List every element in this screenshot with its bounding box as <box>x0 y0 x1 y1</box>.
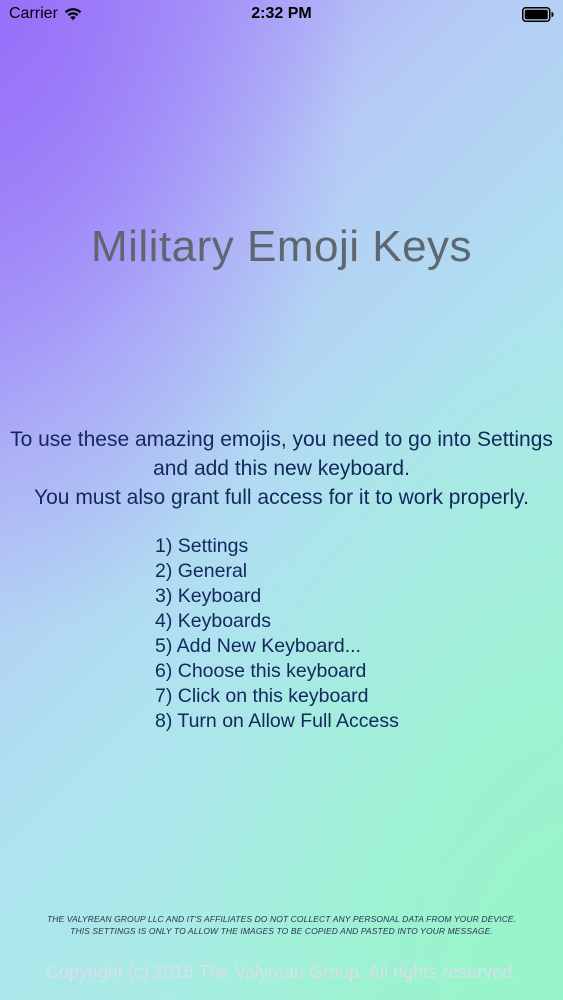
app-title: Military Emoji Keys <box>90 222 473 271</box>
setup-step: 5) Add New Keyboard... <box>155 635 361 657</box>
setup-step: 2) General <box>155 560 248 582</box>
status-bar: Carrier 2:32 PM <box>0 0 563 30</box>
instructions: To use these amazing emojis, you need to… <box>0 425 563 512</box>
disclaimer-line: THE VALYREAN GROUP LLC AND IT'S AFFILIAT… <box>46 914 517 924</box>
instruction-line: You must also grant full access for it t… <box>34 486 529 509</box>
status-time: 2:32 PM <box>251 5 312 22</box>
instruction-line: To use these amazing emojis, you need to… <box>10 428 553 451</box>
setup-step: 4) Keyboards <box>155 610 271 632</box>
setup-step: 1) Settings <box>155 535 249 557</box>
app-screen: Carrier 2:32 PM Military Emoji Keys To u… <box>0 0 563 1000</box>
disclaimer-line: THIS SETTINGS IS ONLY TO ALLOW THE IMAGE… <box>70 926 493 936</box>
battery-icon <box>522 7 554 22</box>
setup-step: 3) Keyboard <box>155 585 262 607</box>
instruction-line: and add this new keyboard. <box>153 457 410 480</box>
privacy-disclaimer: THE VALYREAN GROUP LLC AND IT'S AFFILIAT… <box>0 913 563 937</box>
setup-step: 6) Choose this keyboard <box>155 660 367 682</box>
copyright-notice: Copyright (c) 2016 The Valyrean Group. A… <box>45 962 518 982</box>
setup-step: 7) Click on this keyboard <box>155 685 369 707</box>
setup-step: 8) Turn on Allow Full Access <box>155 710 399 732</box>
setup-steps-list: 1) Settings 2) General 3) Keyboard 4) Ke… <box>155 534 399 734</box>
